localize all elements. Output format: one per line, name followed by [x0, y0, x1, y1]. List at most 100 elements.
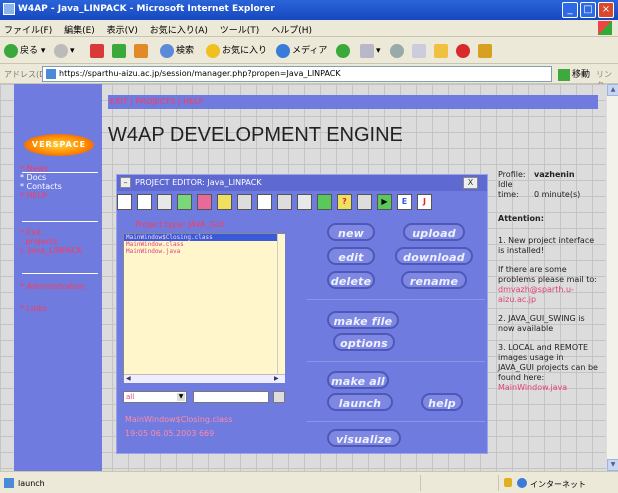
ie-icon	[3, 3, 15, 15]
lock-icon	[504, 478, 512, 487]
debug-icon[interactable]	[317, 194, 332, 210]
editor-close-button[interactable]: X	[463, 177, 478, 189]
menu-file[interactable]: ファイル(F)	[4, 26, 52, 36]
play-icon[interactable]: ▶	[377, 194, 392, 210]
file-list-hscrollbar[interactable]: ◀ ▶	[124, 374, 285, 383]
sidebar-divider	[22, 221, 98, 222]
rename-button[interactable]: rename	[401, 271, 467, 289]
make-all-button[interactable]: make all	[327, 371, 389, 389]
upload-icon[interactable]	[177, 194, 192, 210]
j-letter-icon[interactable]: J	[417, 194, 432, 210]
copy-icon[interactable]	[157, 194, 172, 210]
e-letter-icon[interactable]: E	[397, 194, 412, 210]
project-type: Project type: JAVA_GUI	[135, 220, 225, 229]
new-file-icon[interactable]	[117, 194, 132, 210]
nav-group-links: * Links	[20, 304, 47, 313]
nav-docs[interactable]: * Docs	[20, 173, 62, 182]
address-input[interactable]: https://sparthu-aizu.ac.jp/session/manag…	[42, 66, 552, 82]
file-item[interactable]: MainWindow.java	[124, 248, 278, 255]
mail-icon	[360, 43, 374, 58]
delete-button[interactable]: delete	[327, 271, 375, 289]
help-button[interactable]: help	[421, 393, 463, 411]
options-button[interactable]: options	[333, 333, 395, 351]
nav-group-projects: * Exit - projects \- Java_LINPACK	[20, 228, 82, 255]
document-icon[interactable]	[217, 194, 232, 210]
filename-input[interactable]	[193, 391, 269, 403]
history-button[interactable]	[336, 42, 352, 60]
top-links[interactable]: EXIT | PROJECTS | HELP	[108, 95, 598, 109]
scroll-left-icon[interactable]: ◀	[126, 375, 131, 382]
close-button[interactable]: ×	[598, 2, 614, 18]
maximize-button[interactable]: □	[580, 2, 596, 18]
scroll-right-icon[interactable]: ▶	[274, 375, 279, 382]
download-button[interactable]: download	[395, 247, 473, 265]
page-scrollbar[interactable]: ▲ ▼	[606, 84, 618, 471]
scroll-down-icon[interactable]: ▼	[607, 459, 618, 471]
nav-news[interactable]: * News	[20, 164, 62, 173]
go-arrow-icon	[558, 68, 570, 81]
refresh-button[interactable]	[112, 42, 128, 60]
attention-item: 3. LOCAL and REMOTE images usage in JAVA…	[498, 343, 598, 382]
mail-link[interactable]: dmvazh@sparth.u-aizu.ac.jp	[498, 285, 574, 304]
example-link[interactable]: MainWindow.java	[498, 383, 567, 392]
forward-arrow-icon	[54, 43, 68, 58]
scroll-up-icon[interactable]: ▲	[607, 84, 618, 96]
blank-icon[interactable]	[237, 194, 252, 210]
delete-icon[interactable]	[197, 194, 212, 210]
file-item[interactable]: MainWindow$Closing.class	[124, 234, 278, 241]
status-divider	[420, 475, 421, 491]
file-filter-select[interactable]: all ▼	[123, 391, 187, 403]
file-item[interactable]: MainWindow.class	[124, 241, 278, 248]
messenger-button[interactable]	[456, 42, 472, 60]
nav-group-main: * News * Docs * Contacts * HELP	[20, 164, 62, 200]
print-button[interactable]	[390, 42, 406, 60]
nav-contacts[interactable]: * Contacts	[20, 182, 62, 191]
menu-tools[interactable]: ツール(T)	[220, 26, 260, 36]
menu-favorites[interactable]: お気に入り(A)	[150, 26, 208, 36]
image-icon[interactable]	[357, 194, 372, 210]
go-button[interactable]: 移動	[558, 67, 590, 81]
file-list[interactable]: MainWindow$Closing.class MainWindow.clas…	[123, 233, 285, 383]
menu-help[interactable]: ヘルプ(H)	[271, 26, 312, 36]
edit-page-button[interactable]	[412, 42, 428, 60]
forward-button[interactable]: ▾	[54, 42, 75, 60]
compile-icon[interactable]	[257, 194, 272, 210]
nav-projects[interactable]: - projects	[20, 237, 82, 246]
edit-icon	[412, 43, 426, 58]
nav-exit[interactable]: * Exit	[20, 228, 82, 237]
run-icon[interactable]	[277, 194, 292, 210]
nav-administration[interactable]: * Administration	[20, 282, 85, 291]
browse-icon[interactable]	[273, 391, 285, 403]
help-icon[interactable]: ?	[337, 194, 352, 210]
mail-button[interactable]: ▾	[360, 42, 381, 60]
home-button[interactable]	[134, 42, 150, 60]
favorites-button[interactable]: お気に入り	[206, 42, 267, 60]
edit-button[interactable]: edit	[327, 247, 375, 265]
nav-group-admin: * Administration	[20, 282, 85, 291]
tool-button[interactable]	[478, 42, 494, 60]
nav-links[interactable]: * Links	[20, 304, 47, 313]
menu-view[interactable]: 表示(V)	[107, 26, 138, 36]
star-icon	[206, 43, 220, 58]
attention-item: 1. New project interface is installed!	[498, 236, 595, 255]
stop-button[interactable]	[90, 42, 106, 60]
tools-icon[interactable]	[297, 194, 312, 210]
nav-java-linpack[interactable]: \- Java_LINPACK	[20, 246, 82, 255]
upload-button[interactable]: upload	[403, 223, 465, 241]
search-button[interactable]: 検索	[160, 42, 194, 60]
editor-minimize-button[interactable]: –	[120, 177, 131, 188]
visualize-button[interactable]: visualize	[327, 429, 401, 447]
print-icon	[390, 43, 404, 58]
folder-button[interactable]	[434, 42, 450, 60]
make-file-button[interactable]: make file	[327, 311, 399, 329]
new-button[interactable]: new	[327, 223, 375, 241]
launch-button[interactable]: launch	[327, 393, 393, 411]
file-list-scrollbar[interactable]	[277, 234, 285, 374]
minimize-button[interactable]: _	[562, 2, 578, 18]
media-button[interactable]: メディア	[276, 42, 327, 60]
nav-help[interactable]: * HELP	[20, 191, 62, 200]
menu-edit[interactable]: 編集(E)	[64, 26, 95, 36]
globe-icon	[517, 478, 527, 488]
back-button[interactable]: 戻る ▾	[4, 42, 45, 60]
edit-file-icon[interactable]	[137, 194, 152, 210]
